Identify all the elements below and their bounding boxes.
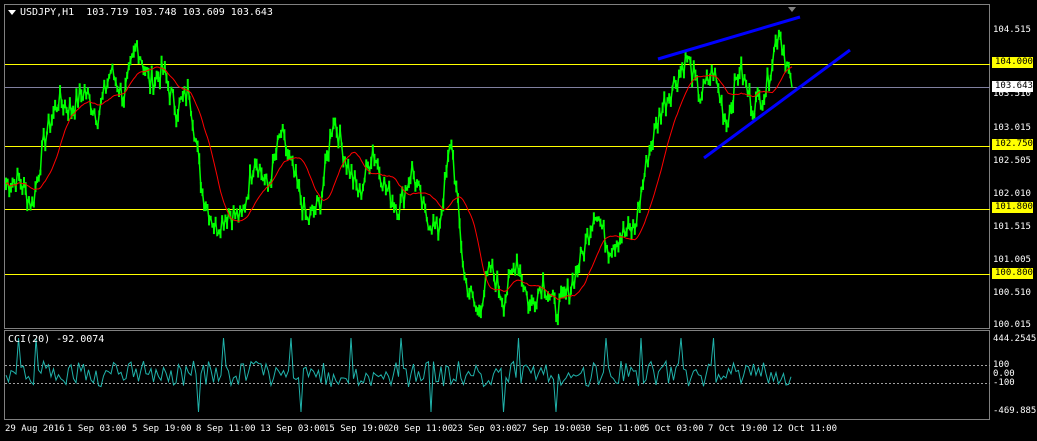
- time-tick: 12 Oct 11:00: [772, 424, 838, 434]
- level-badge-101800[interactable]: 101.800: [992, 202, 1033, 213]
- level-badge-100800[interactable]: 100.800: [992, 268, 1033, 279]
- time-tick: 7 Oct 19:00: [708, 424, 768, 434]
- time-tick: 13 Sep 03:00: [260, 424, 326, 434]
- time-tick: 15 Sep 19:00: [324, 424, 390, 434]
- chart-header: USDJPY,H1 103.719 103.748 103.609 103.64…: [8, 7, 273, 18]
- cci-tick: 444.2545: [993, 334, 1037, 344]
- current-price-badge: 103.643: [992, 81, 1033, 92]
- chart-window[interactable]: USDJPY,H1 103.719 103.748 103.609 103.64…: [0, 0, 1037, 441]
- time-tick: 5 Sep 19:00: [132, 424, 192, 434]
- level-badge-102750[interactable]: 102.750: [992, 139, 1033, 150]
- lower-trendline[interactable]: [703, 48, 851, 160]
- time-tick: 29 Aug 2016: [5, 424, 65, 434]
- time-tick: 23 Sep 03:00: [452, 424, 518, 434]
- price-tick: 100.510: [993, 288, 1031, 298]
- cci-header: CCI(20) -92.0074: [8, 334, 105, 345]
- price-tick: 100.015: [993, 320, 1031, 330]
- price-chart-canvas: [5, 7, 990, 413]
- time-tick: 20 Sep 11:00: [388, 424, 454, 434]
- price-tick: 102.010: [993, 189, 1031, 199]
- price-tick: 104.515: [993, 25, 1031, 35]
- dropdown-triangle-icon[interactable]: [8, 9, 16, 15]
- ohlc-close: 103.643: [230, 7, 273, 18]
- price-tick: 101.515: [993, 222, 1031, 232]
- chart-shift-marker-icon[interactable]: [788, 7, 796, 12]
- cci-tick: -469.8855: [993, 406, 1037, 416]
- ohlc-low: 103.609: [182, 7, 225, 18]
- time-tick: 5 Oct 03:00: [644, 424, 704, 434]
- time-tick: 30 Sep 11:00: [580, 424, 646, 434]
- time-tick: 1 Sep 03:00: [67, 424, 127, 434]
- price-tick: 101.005: [993, 255, 1031, 265]
- cci-tick: -100: [993, 378, 1015, 388]
- ohlc-open: 103.719: [86, 7, 129, 18]
- symbol-label: USDJPY,H1: [20, 7, 75, 18]
- time-tick: 27 Sep 19:00: [516, 424, 582, 434]
- price-tick: 103.015: [993, 123, 1031, 133]
- cci-line: [5, 337, 792, 413]
- price-tick: 102.505: [993, 156, 1031, 166]
- ohlc-high: 103.748: [134, 7, 177, 18]
- level-badge-104000[interactable]: 104.000: [992, 57, 1033, 68]
- time-tick: 8 Sep 11:00: [196, 424, 256, 434]
